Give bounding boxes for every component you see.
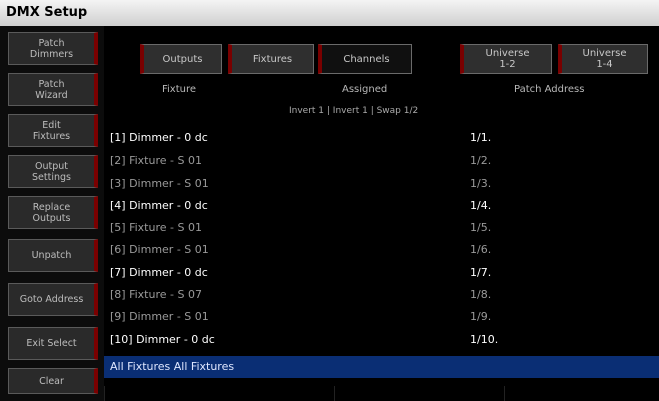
fixture-name: [5] Fixture - S 01 xyxy=(110,221,202,234)
fixture-name: [8] Fixture - S 07 xyxy=(110,288,202,301)
tab-channels[interactable]: Channels xyxy=(318,44,412,74)
table-row[interactable]: [4] Dimmer - 0 dc 1/4. xyxy=(110,196,650,215)
fixture-name: [2] Fixture - S 01 xyxy=(110,154,202,167)
selection-bar[interactable]: All Fixtures All Fixtures xyxy=(104,356,659,378)
fixture-address: 1/4. xyxy=(470,199,492,212)
table-row[interactable]: [9] Dimmer - S 01 1/9. xyxy=(110,307,650,326)
fixture-name: [9] Dimmer - S 01 xyxy=(110,310,209,323)
replace-outputs-button[interactable]: Replace Outputs xyxy=(8,196,98,229)
tab-fixtures[interactable]: Fixtures xyxy=(228,44,314,74)
sidebar: Patch Dimmers Patch Wizard Edit Fixtures… xyxy=(0,26,104,401)
edit-fixtures-button[interactable]: Edit Fixtures xyxy=(8,114,98,147)
fixture-address: 1/7. xyxy=(470,266,492,279)
tab-outputs[interactable]: Outputs xyxy=(140,44,222,74)
fixture-name: [10] Dimmer - 0 dc xyxy=(110,333,215,346)
footer-divider xyxy=(504,386,659,401)
column-header-address: Patch Address xyxy=(514,84,585,95)
column-header-fixture: Fixture xyxy=(162,84,197,95)
table-row[interactable]: [10] Dimmer - 0 dc 1/10. xyxy=(110,330,650,349)
table-row[interactable]: [5] Fixture - S 01 1/5. xyxy=(110,218,650,237)
tab-universe-1-4[interactable]: Universe 1-4 xyxy=(558,44,648,74)
fixture-address: 1/1. xyxy=(470,131,492,144)
patch-dimmers-button[interactable]: Patch Dimmers xyxy=(8,32,98,65)
goto-address-button[interactable]: Goto Address xyxy=(8,283,98,316)
table-row[interactable]: [3] Dimmer - S 01 1/3. xyxy=(110,174,650,193)
fixture-name: [4] Dimmer - 0 dc xyxy=(110,199,208,212)
footer-divider xyxy=(104,386,225,401)
clear-button[interactable]: Clear xyxy=(8,368,98,394)
fixture-name: [7] Dimmer - 0 dc xyxy=(110,266,208,279)
table-row[interactable]: [8] Fixture - S 07 1/8. xyxy=(110,285,650,304)
fixture-address: 1/3. xyxy=(470,177,492,190)
unpatch-button[interactable]: Unpatch xyxy=(8,239,98,272)
fixture-name: [1] Dimmer - 0 dc xyxy=(110,131,208,144)
fixture-address: 1/9. xyxy=(470,310,492,323)
fixture-address: 1/6. xyxy=(470,243,492,256)
assigned-subheader: Invert 1 | Invert 1 | Swap 1/2 xyxy=(289,106,419,116)
footer-divider xyxy=(334,386,445,401)
fixture-address: 1/10. xyxy=(470,333,499,346)
output-settings-button[interactable]: Output Settings xyxy=(8,155,98,188)
exit-select-button[interactable]: Exit Select xyxy=(8,327,98,360)
main-panel: Outputs Fixtures Channels Universe 1-2 U… xyxy=(104,26,659,401)
fixture-name: [6] Dimmer - S 01 xyxy=(110,243,209,256)
window-title: DMX Setup xyxy=(0,0,659,26)
fixture-name: [3] Dimmer - S 01 xyxy=(110,177,209,190)
table-row[interactable]: [7] Dimmer - 0 dc 1/7. xyxy=(110,263,650,282)
patch-wizard-button[interactable]: Patch Wizard xyxy=(8,73,98,106)
column-header-assigned: Assigned xyxy=(342,84,388,95)
fixture-address: 1/2. xyxy=(470,154,492,167)
fixture-address: 1/5. xyxy=(470,221,492,234)
tab-universe-1-2[interactable]: Universe 1-2 xyxy=(460,44,552,74)
table-row[interactable]: [1] Dimmer - 0 dc 1/1. xyxy=(110,128,650,147)
table-row[interactable]: [6] Dimmer - S 01 1/6. xyxy=(110,240,650,259)
fixture-address: 1/8. xyxy=(470,288,492,301)
table-row[interactable]: [2] Fixture - S 01 1/2. xyxy=(110,151,650,170)
